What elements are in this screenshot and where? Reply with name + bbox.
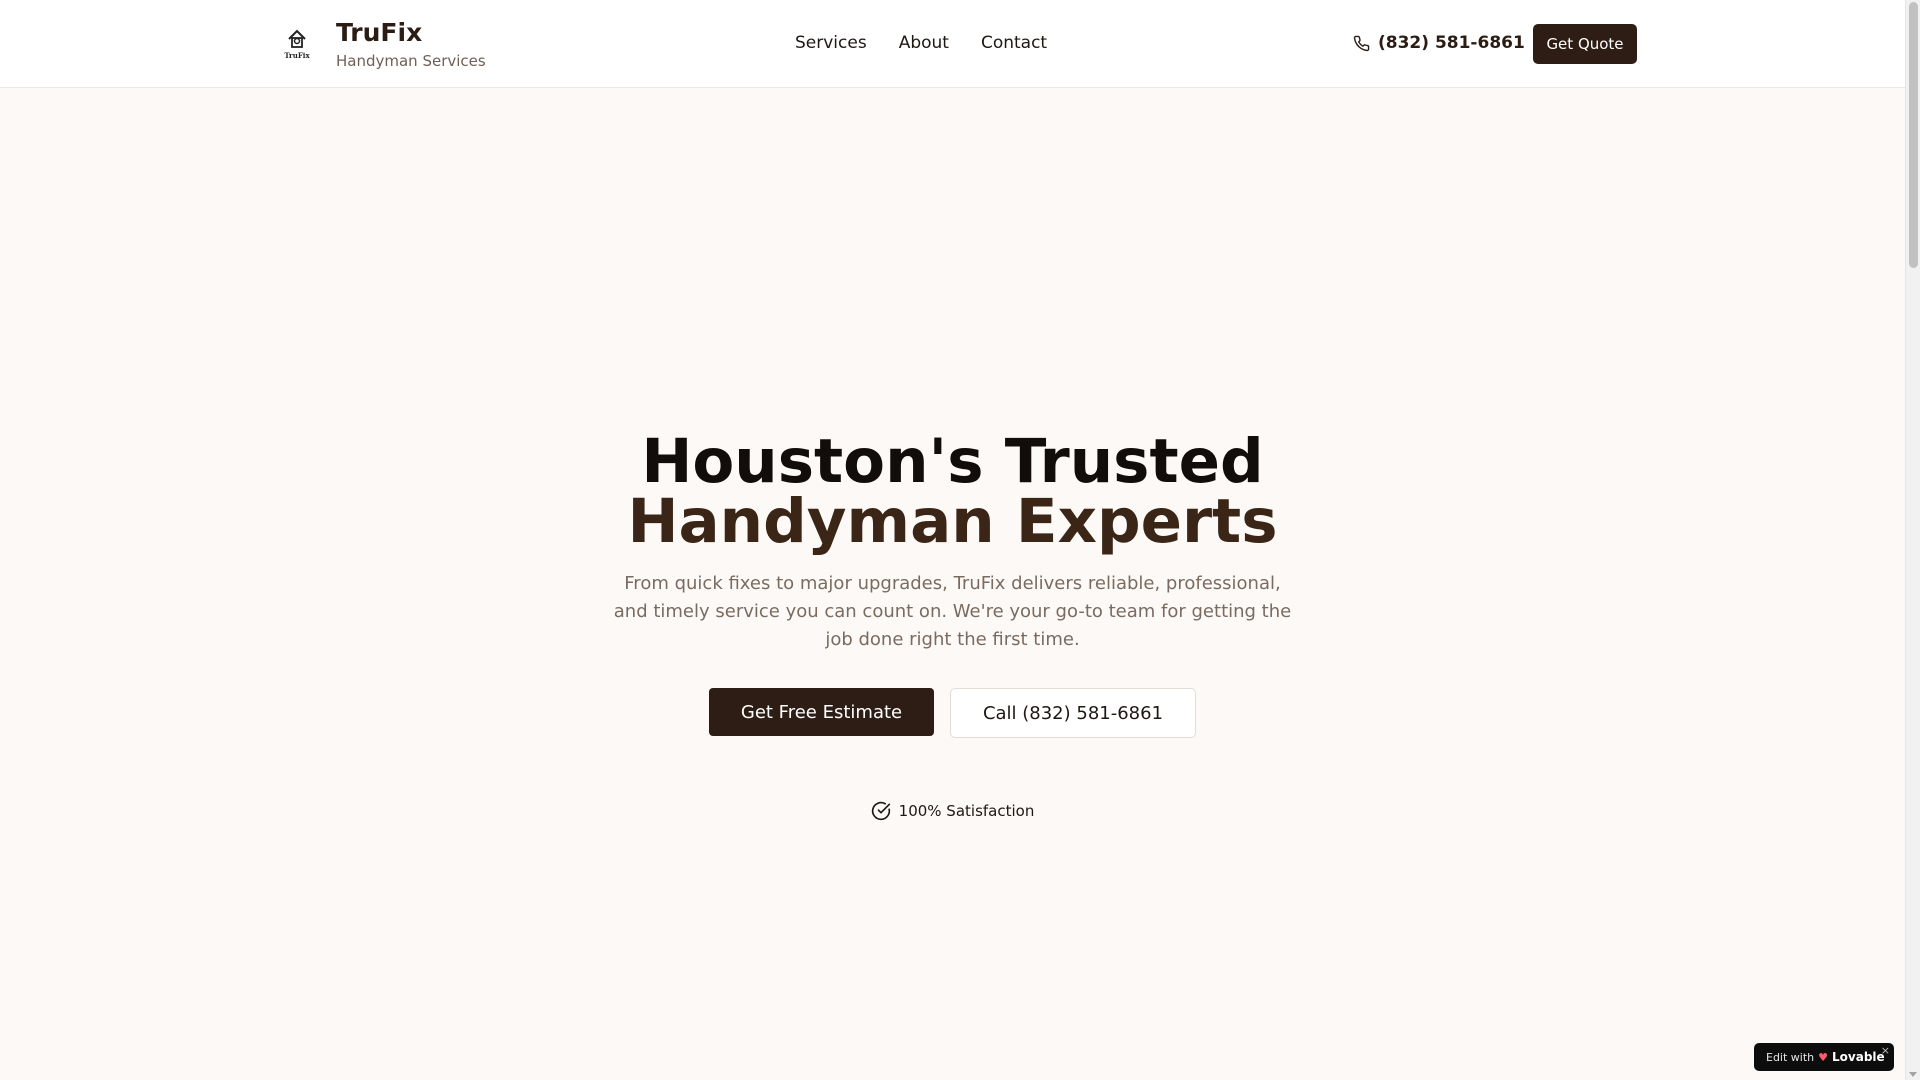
page-viewport: TruFix TruFix Handyman Services Services… (0, 0, 1905, 1080)
scrollbar-thumb[interactable] (1909, 2, 1918, 268)
lovable-brand: Lovable (1832, 1050, 1885, 1064)
main-nav: Services About Contact (795, 33, 1047, 53)
house-logo-icon (288, 29, 306, 48)
brand-name[interactable]: TruFix (336, 18, 422, 47)
hero-headline: Houston's Trusted Handyman Experts (0, 431, 1905, 557)
phone-icon (1353, 35, 1370, 51)
get-quote-button[interactable]: Get Quote (1533, 24, 1637, 64)
nav-contact[interactable]: Contact (981, 33, 1047, 53)
nav-services[interactable]: Services (795, 33, 867, 53)
scroll-down-arrow-icon[interactable] (1909, 1072, 1917, 1077)
edit-with-label: Edit with (1766, 1050, 1815, 1064)
call-phone-button[interactable]: Call (832) 581-6861 (950, 688, 1196, 738)
satisfaction-text: 100% Satisfaction (898, 802, 1035, 820)
vertical-scrollbar[interactable] (1905, 0, 1920, 1080)
hero-cta-row: Get Free Estimate Call (832) 581-6861 (0, 688, 1905, 738)
hero-headline-line2: Handyman Experts (627, 486, 1278, 557)
logo-text: TruFix (284, 51, 310, 60)
brand-tagline: Handyman Services (336, 52, 486, 70)
edit-with-lovable-badge[interactable]: Edit with ♥ Lovable × (1754, 1043, 1894, 1071)
header-phone-number: (832) 581-6861 (1378, 33, 1525, 53)
site-header: TruFix TruFix Handyman Services Services… (0, 0, 1905, 88)
logo[interactable]: TruFix (280, 24, 314, 64)
hero-section: Houston's Trusted Handyman Experts From … (0, 88, 1905, 1080)
hero-description: From quick fixes to major upgrades, TruF… (613, 573, 1292, 650)
satisfaction-badge: 100% Satisfaction (0, 801, 1905, 821)
lovable-heart-icon: ♥ (1818, 1050, 1829, 1064)
close-icon[interactable]: × (1881, 1044, 1890, 1057)
nav-about[interactable]: About (899, 33, 949, 53)
header-phone-link[interactable]: (832) 581-6861 (1353, 33, 1525, 53)
get-free-estimate-button[interactable]: Get Free Estimate (709, 688, 934, 736)
check-circle-icon (871, 801, 890, 821)
